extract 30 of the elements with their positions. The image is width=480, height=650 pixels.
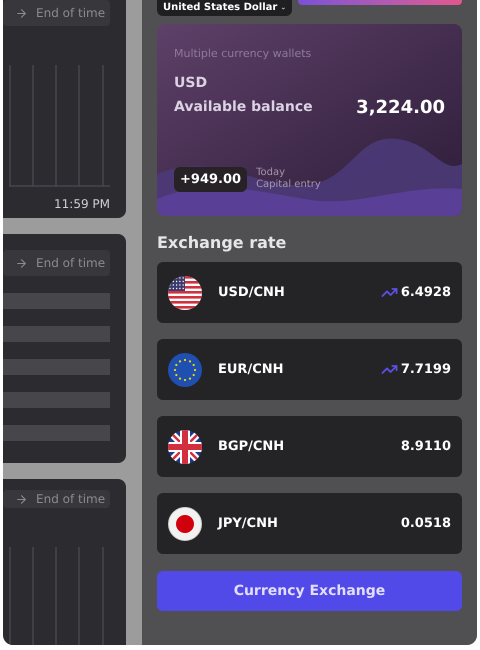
currency-code: USD bbox=[174, 74, 208, 92]
currency-pair: EUR/CNH bbox=[218, 360, 284, 379]
arrow-icon bbox=[15, 6, 28, 20]
currency-pair: JPY/CNH bbox=[218, 514, 278, 533]
wallet-title: Multiple currency wallets bbox=[174, 46, 312, 62]
rate-value: 7.7199 bbox=[400, 360, 451, 379]
currency-dropdown[interactable]: United States Dollar bbox=[157, 0, 292, 16]
japan-flag-icon bbox=[168, 506, 202, 540]
currency-exchange-button[interactable]: Currency Exchange bbox=[157, 571, 462, 611]
change-date: Today bbox=[256, 166, 286, 179]
rate-row[interactable]: EUR/CNH 7.7199 bbox=[157, 339, 462, 400]
rate-value: 0.0518 bbox=[400, 514, 451, 533]
rate-value: 6.4928 bbox=[400, 284, 451, 302]
uk-flag-icon bbox=[168, 430, 202, 464]
us-flag-icon bbox=[168, 276, 202, 310]
arrow-icon bbox=[15, 256, 28, 270]
time-label: 11:59 PM bbox=[54, 196, 110, 213]
rate-value: 8.9110 bbox=[400, 438, 451, 456]
arrow-icon bbox=[15, 492, 28, 506]
balance-label: Available balance bbox=[174, 98, 313, 116]
rate-row[interactable]: BGP/CNH 8.9110 bbox=[157, 416, 462, 477]
change-amount: +949.00 bbox=[174, 166, 248, 192]
rate-row[interactable]: USD/CNH 6.4928 bbox=[157, 262, 462, 323]
currency-pair: USD/CNH bbox=[218, 284, 285, 302]
balance-amount: 3,224.00 bbox=[356, 96, 445, 120]
section-title: Exchange rate bbox=[157, 232, 288, 254]
currency-pair: BGP/CNH bbox=[218, 438, 284, 456]
change-label: Capital entry bbox=[256, 179, 321, 192]
rate-row[interactable]: JPY/CNH 0.0518 bbox=[157, 493, 462, 554]
eu-flag-icon bbox=[168, 352, 202, 386]
